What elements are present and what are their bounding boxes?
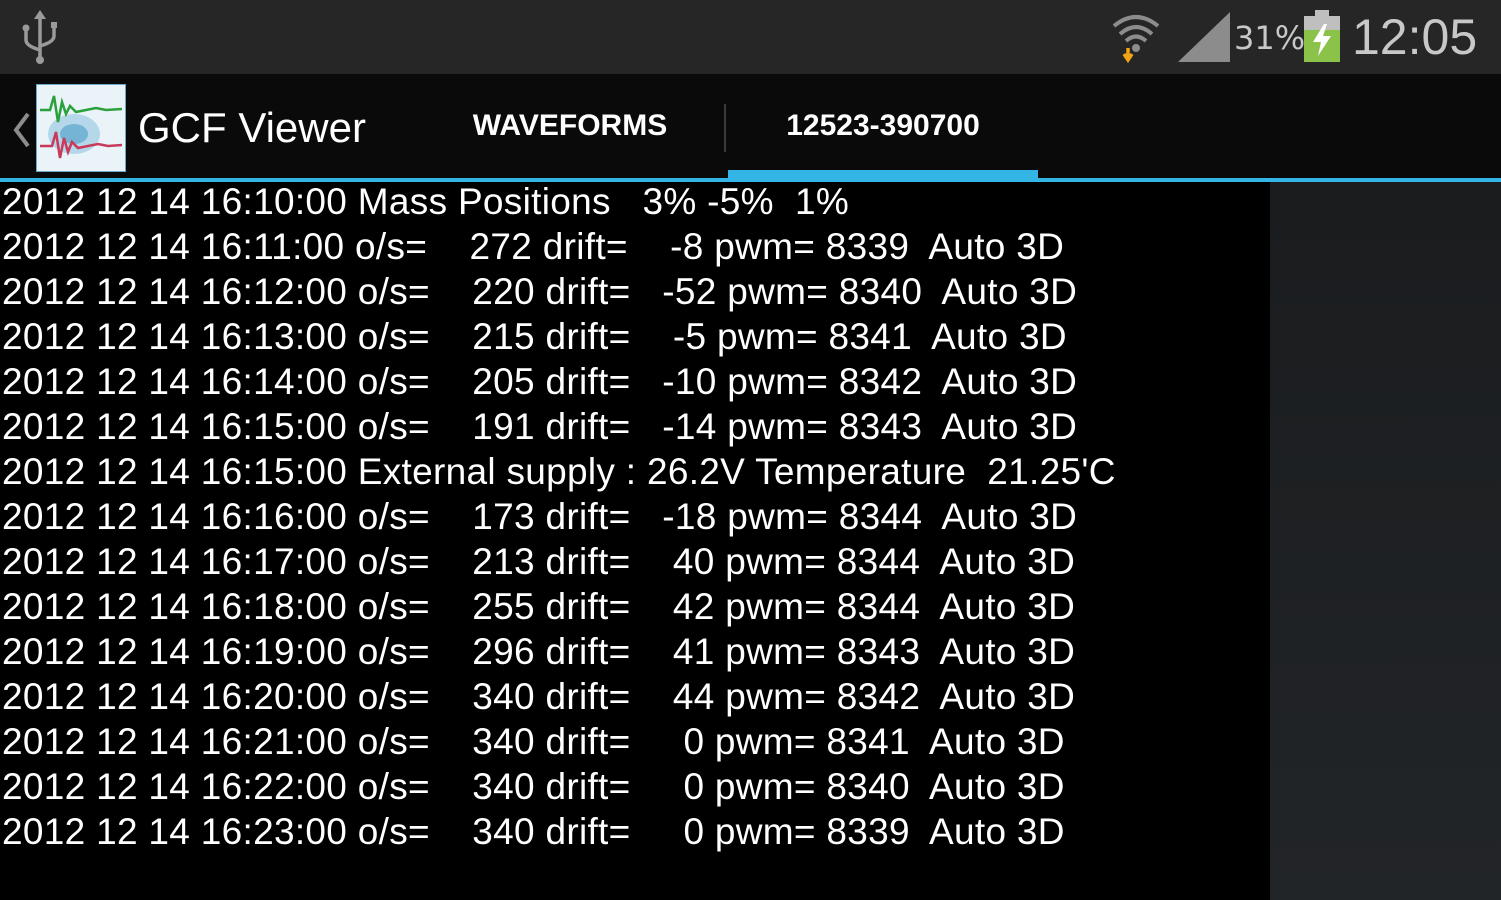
log-line: 2012 12 14 16:16:00 o/s= 173 drift= -18 … xyxy=(2,496,1078,537)
battery-charging-icon xyxy=(1304,10,1340,62)
tab-waveforms[interactable]: WAVEFORMS xyxy=(420,74,720,178)
up-chevron-icon[interactable] xyxy=(10,110,32,150)
tab-divider xyxy=(724,104,726,152)
tab-station[interactable]: 12523-390700 xyxy=(728,74,1038,178)
app-icon[interactable] xyxy=(36,84,126,172)
app-title: GCF Viewer xyxy=(138,104,366,151)
log-line: 2012 12 14 16:18:00 o/s= 255 drift= 42 p… xyxy=(2,586,1076,627)
status-bar: 31% 12:05 xyxy=(0,0,1501,74)
wifi-icon xyxy=(1112,15,1160,64)
battery-percent: 31% xyxy=(1234,19,1306,57)
log-line: 2012 12 14 16:21:00 o/s= 340 drift= 0 pw… xyxy=(2,721,1065,762)
signal-icon xyxy=(1178,12,1230,62)
log-line: 2012 12 14 16:14:00 o/s= 205 drift= -10 … xyxy=(2,361,1078,402)
clock: 12:05 xyxy=(1352,9,1478,65)
log-line: 2012 12 14 16:20:00 o/s= 340 drift= 44 p… xyxy=(2,676,1076,717)
log-line: 2012 12 14 16:11:00 o/s= 272 drift= -8 p… xyxy=(2,226,1065,267)
log-line: 2012 12 14 16:19:00 o/s= 296 drift= 41 p… xyxy=(2,631,1076,672)
log-line: 2012 12 14 16:22:00 o/s= 340 drift= 0 pw… xyxy=(2,766,1065,807)
right-empty-panel xyxy=(1270,182,1501,900)
log-line: 2012 12 14 16:13:00 o/s= 215 drift= -5 p… xyxy=(2,316,1067,357)
log-line: 2012 12 14 16:23:00 o/s= 340 drift= 0 pw… xyxy=(2,811,1065,852)
log-line: 2012 12 14 16:17:00 o/s= 213 drift= 40 p… xyxy=(2,541,1076,582)
log-line: 2012 12 14 16:15:00 External supply : 26… xyxy=(2,451,1116,492)
log-view[interactable]: 2012 12 14 16:10:00 Mass Positions 3% -5… xyxy=(0,182,1270,900)
log-line: 2012 12 14 16:15:00 o/s= 191 drift= -14 … xyxy=(2,406,1078,447)
usb-icon xyxy=(22,10,57,64)
tab-selected-indicator xyxy=(728,170,1038,178)
log-line: 2012 12 14 16:10:00 Mass Positions 3% -5… xyxy=(2,182,850,222)
action-bar: GCF Viewer WAVEFORMS 12523-390700 xyxy=(0,74,1501,178)
log-line: 2012 12 14 16:12:00 o/s= 220 drift= -52 … xyxy=(2,271,1078,312)
